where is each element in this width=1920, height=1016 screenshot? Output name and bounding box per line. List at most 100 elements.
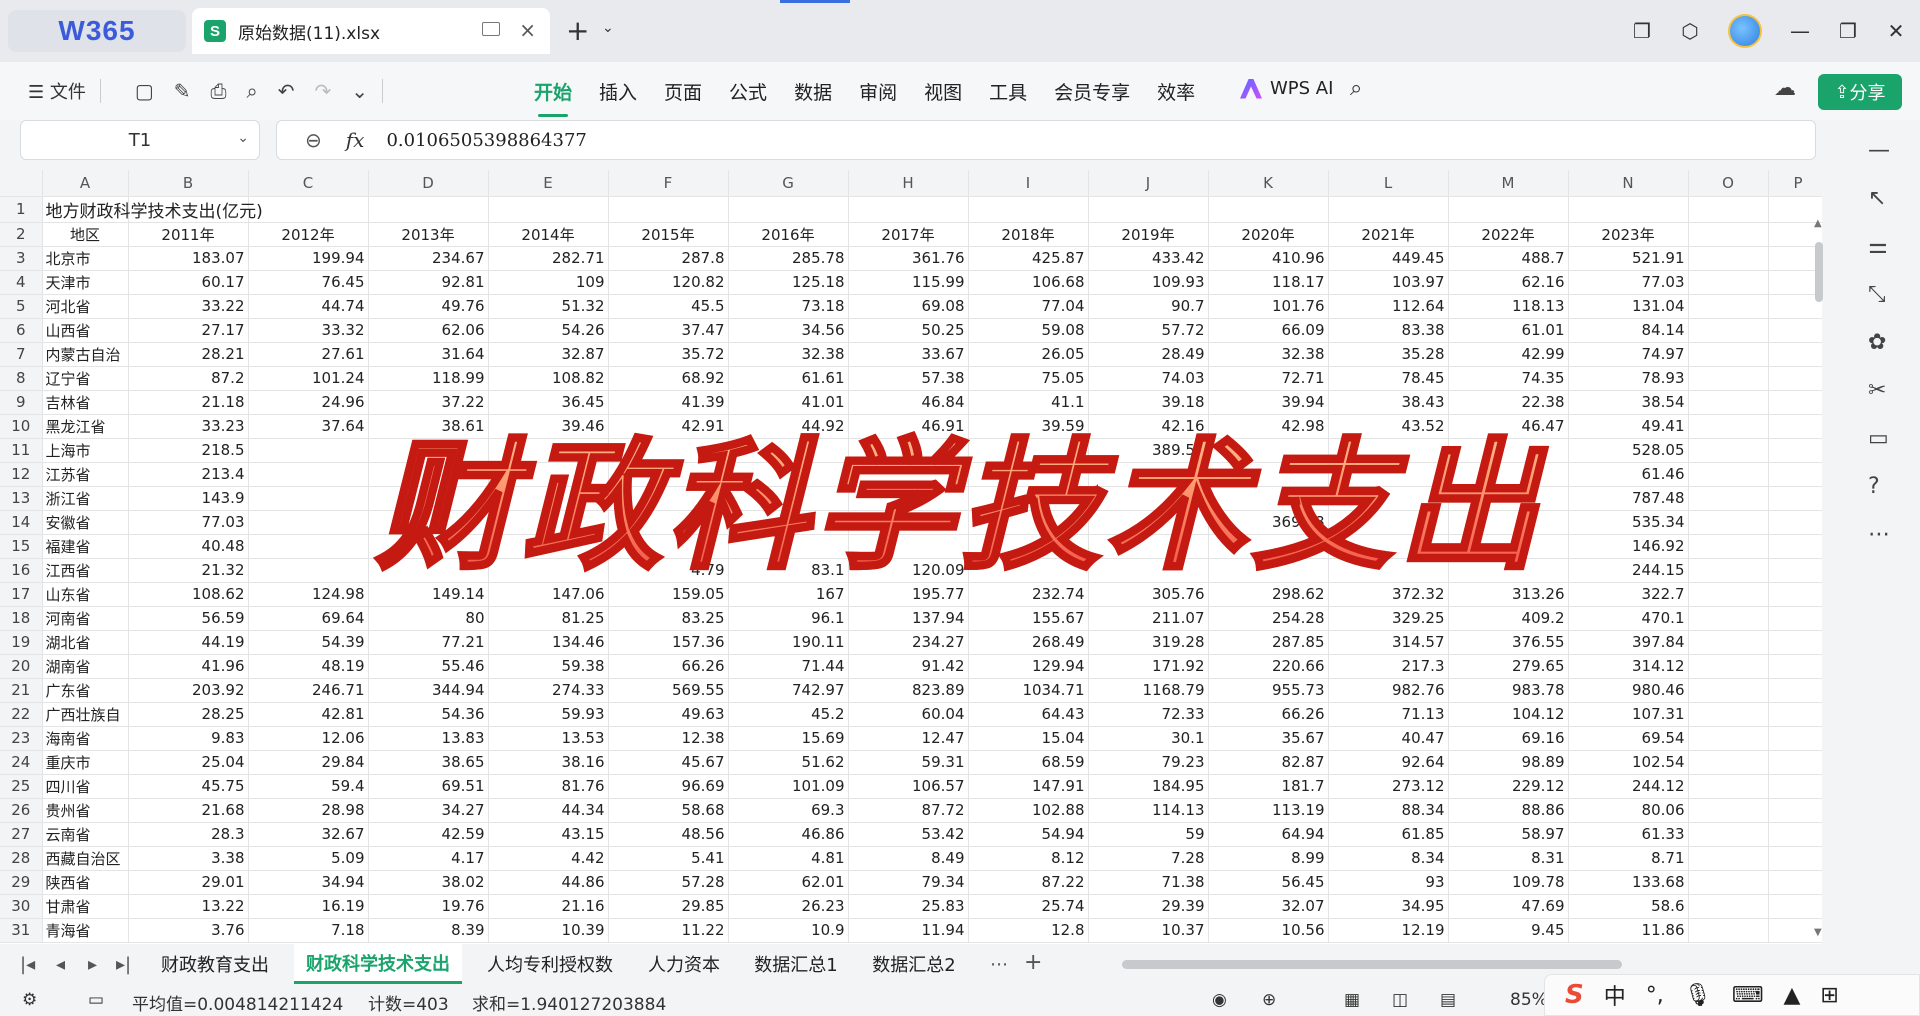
value-cell[interactable]: 34.56 xyxy=(728,318,849,343)
value-cell[interactable]: 33.32 xyxy=(248,318,369,343)
cell[interactable] xyxy=(488,196,609,223)
value-cell[interactable]: 15.04 xyxy=(968,726,1089,751)
value-cell[interactable] xyxy=(488,438,609,463)
cloud-upload-icon[interactable]: ☁ xyxy=(1774,76,1796,101)
cell[interactable] xyxy=(1688,318,1769,343)
value-cell[interactable]: 31.64 xyxy=(368,342,489,367)
value-cell[interactable]: 54.36 xyxy=(368,702,489,727)
print-icon[interactable]: ⎙ xyxy=(211,79,227,103)
value-cell[interactable]: 268.49 xyxy=(968,630,1089,655)
value-cell[interactable]: 27.61 xyxy=(248,342,369,367)
value-cell[interactable]: 220.66 xyxy=(1208,654,1329,679)
value-cell[interactable]: 44.92 xyxy=(728,414,849,439)
value-cell[interactable]: 3.38 xyxy=(128,846,249,871)
row-header[interactable]: 4 xyxy=(0,270,43,295)
apps-grid-icon[interactable]: ⊞ xyxy=(1820,983,1838,1008)
value-cell[interactable]: 41.1 xyxy=(968,390,1089,415)
close-window-icon[interactable]: ✕ xyxy=(1872,19,1920,43)
value-cell[interactable]: 24.96 xyxy=(248,390,369,415)
value-cell[interactable]: 37.22 xyxy=(368,390,489,415)
value-cell[interactable]: 36.45 xyxy=(488,390,609,415)
row-header[interactable]: 3 xyxy=(0,246,43,271)
value-cell[interactable]: 57.72 xyxy=(1088,318,1209,343)
row-header[interactable]: 1 xyxy=(0,196,43,223)
scroll-down-icon[interactable]: ▼ xyxy=(1814,927,1822,938)
chevron-down-icon[interactable]: ⌄ xyxy=(602,20,614,36)
value-cell[interactable]: 11.22 xyxy=(608,918,729,943)
column-header[interactable]: C xyxy=(248,170,369,197)
value-cell[interactable] xyxy=(248,438,369,463)
value-cell[interactable]: 45.67 xyxy=(608,750,729,775)
value-cell[interactable] xyxy=(1328,534,1449,559)
value-cell[interactable]: 218.5 xyxy=(128,438,249,463)
chevron-down-icon[interactable]: ⌄ xyxy=(237,130,249,146)
sheet-tab[interactable]: 财政科学技术支出 xyxy=(294,944,462,984)
value-cell[interactable]: 54.94 xyxy=(968,822,1089,847)
value-cell[interactable]: 120.82 xyxy=(608,270,729,295)
value-cell[interactable]: 56.45 xyxy=(1208,870,1329,895)
value-cell[interactable]: 32.38 xyxy=(1208,342,1329,367)
value-cell[interactable]: 10.39 xyxy=(488,918,609,943)
value-cell[interactable]: 49.63 xyxy=(608,702,729,727)
row-header[interactable]: 30 xyxy=(0,894,43,919)
region-cell[interactable]: 浙江省 xyxy=(42,486,129,511)
value-cell[interactable] xyxy=(1088,534,1209,559)
value-cell[interactable]: 8.34 xyxy=(1328,846,1449,871)
value-cell[interactable]: 103.97 xyxy=(1328,270,1449,295)
wps-ai-button[interactable]: WPS AI xyxy=(1240,78,1333,99)
value-cell[interactable]: 133.68 xyxy=(1568,870,1689,895)
ribbon-tab[interactable]: 审阅 xyxy=(859,78,897,105)
row-header[interactable]: 27 xyxy=(0,822,43,847)
value-cell[interactable]: 61.33 xyxy=(1568,822,1689,847)
style-icon[interactable]: ✿ xyxy=(1868,330,1886,355)
last-sheet-icon[interactable]: ▸| xyxy=(116,954,131,975)
cell[interactable] xyxy=(1688,270,1769,295)
value-cell[interactable]: 254.28 xyxy=(1208,606,1329,631)
value-cell[interactable]: 48.56 xyxy=(608,822,729,847)
value-cell[interactable]: 25.74 xyxy=(968,894,1089,919)
value-cell[interactable]: 46.47 xyxy=(1448,414,1569,439)
value-cell[interactable]: 124.98 xyxy=(248,582,369,607)
minimize-icon[interactable]: — xyxy=(1776,19,1824,43)
value-cell[interactable] xyxy=(488,462,609,487)
value-cell[interactable]: 69.51 xyxy=(368,774,489,799)
value-cell[interactable]: 54.39 xyxy=(248,630,369,655)
cell[interactable] xyxy=(1688,534,1769,559)
value-cell[interactable]: 16.19 xyxy=(248,894,369,919)
value-cell[interactable]: 449.45 xyxy=(1328,246,1449,271)
scroll-thumb[interactable] xyxy=(1815,242,1823,302)
value-cell[interactable]: 96.1 xyxy=(728,606,849,631)
eye-protection-icon[interactable]: ◉ xyxy=(1212,990,1227,1010)
ribbon-tab[interactable]: 视图 xyxy=(924,78,962,105)
value-cell[interactable]: 42.59 xyxy=(368,822,489,847)
value-cell[interactable]: 59.08 xyxy=(968,318,1089,343)
value-cell[interactable] xyxy=(728,486,849,511)
column-header[interactable]: N xyxy=(1568,170,1689,197)
value-cell[interactable]: 77.03 xyxy=(1568,270,1689,295)
value-cell[interactable]: 410.96 xyxy=(1208,246,1329,271)
value-cell[interactable]: 81.25 xyxy=(488,606,609,631)
sogou-icon[interactable]: S xyxy=(1565,980,1584,1010)
value-cell[interactable]: 7.18 xyxy=(248,918,369,943)
value-cell[interactable]: 4.81 xyxy=(728,846,849,871)
row-header[interactable]: 2 xyxy=(0,222,43,247)
cell[interactable] xyxy=(1688,894,1769,919)
ribbon-tab[interactable]: 开始 xyxy=(534,78,572,117)
value-cell[interactable]: 217.3 xyxy=(1328,654,1449,679)
close-tab-icon[interactable]: × xyxy=(519,18,536,42)
value-cell[interactable]: 322.7 xyxy=(1568,582,1689,607)
value-cell[interactable]: 983.78 xyxy=(1448,678,1569,703)
value-cell[interactable]: 8.31 xyxy=(1448,846,1569,871)
value-cell[interactable]: 41.01 xyxy=(728,390,849,415)
value-cell[interactable]: 8.71 xyxy=(1568,846,1689,871)
value-cell[interactable]: 58.6 xyxy=(1568,894,1689,919)
value-cell[interactable]: 96.69 xyxy=(608,774,729,799)
value-cell[interactable]: 314.57 xyxy=(1328,630,1449,655)
value-cell[interactable]: 10.56 xyxy=(1208,918,1329,943)
column-header[interactable]: L xyxy=(1328,170,1449,197)
value-cell[interactable]: 26.23 xyxy=(728,894,849,919)
value-cell[interactable]: 118.13 xyxy=(1448,294,1569,319)
value-cell[interactable]: 90.7 xyxy=(1088,294,1209,319)
value-cell[interactable]: 45.5 xyxy=(608,294,729,319)
region-cell[interactable]: 江西省 xyxy=(42,558,129,583)
